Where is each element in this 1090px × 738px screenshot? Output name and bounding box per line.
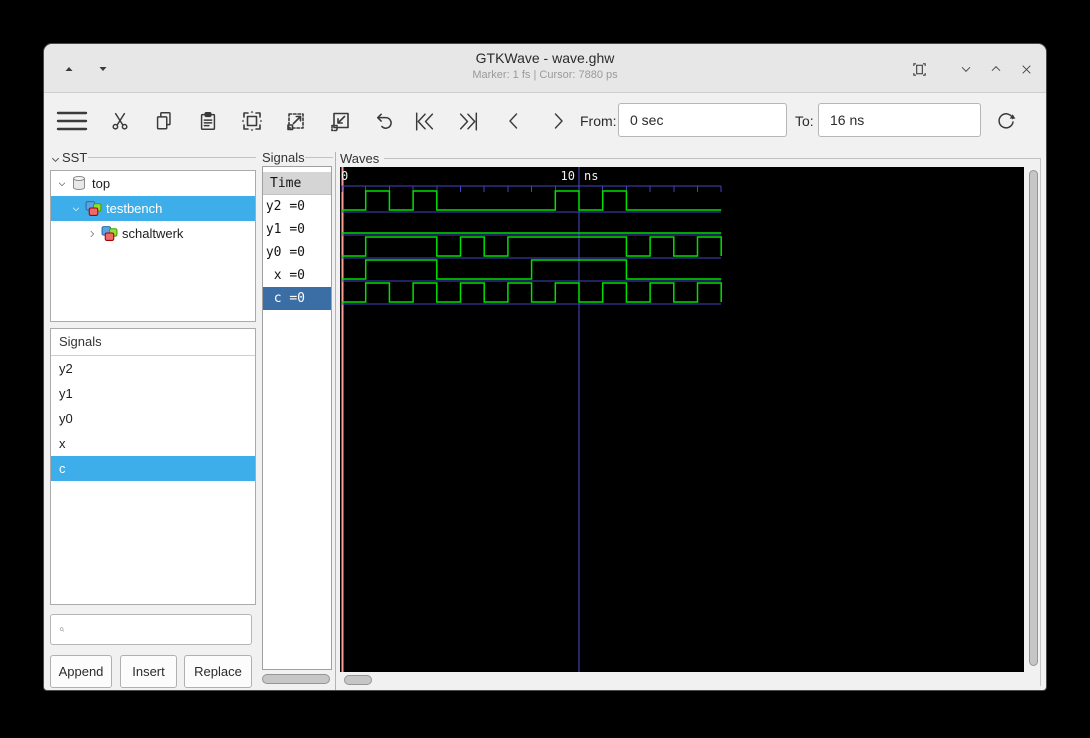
skip-to-start-button[interactable]	[404, 101, 444, 141]
tree-item-label: top	[92, 176, 111, 191]
hamburger-menu-icon	[56, 111, 88, 131]
tree-item-testbench[interactable]: testbench	[51, 196, 255, 221]
skip-to-end-icon	[459, 111, 477, 131]
tree-item-top[interactable]: top	[51, 171, 255, 196]
wave-name-x[interactable]: x =0	[263, 264, 331, 287]
close-button[interactable]	[1015, 58, 1037, 80]
marker-cursor-status: Marker: 1 fs | Cursor: 7880 ps	[472, 69, 618, 81]
cut-button[interactable]	[100, 101, 140, 141]
signals-list-panel: Signals y2 y1 y0 x c	[50, 328, 256, 605]
waves-hscrollbar[interactable]	[344, 675, 1024, 685]
menu-button[interactable]	[52, 101, 92, 141]
wave-name-c[interactable]: c =0	[263, 287, 331, 310]
sst-frame-line	[88, 157, 256, 158]
paste-button[interactable]	[188, 101, 228, 141]
scissors-icon	[112, 112, 128, 130]
expander-open-icon[interactable]	[55, 177, 69, 191]
titlebar-text: GTKWave - wave.ghw Marker: 1 fs | Cursor…	[44, 50, 1046, 81]
wave-display[interactable]: 0 10 ns	[340, 167, 1024, 672]
waves-frame-right	[1040, 158, 1041, 686]
database-icon	[71, 175, 88, 192]
wave-name-column: Time y2 =0 y1 =0 y0 =0 x =0 c =0	[262, 166, 332, 670]
append-button[interactable]: Append	[50, 655, 112, 688]
maximize-button[interactable]	[985, 58, 1007, 80]
chevron-right-icon	[554, 113, 563, 129]
svg-text:ns: ns	[584, 169, 598, 183]
signal-list-item-x[interactable]: x	[51, 431, 255, 456]
module-icon	[85, 200, 102, 217]
titlebar[interactable]: GTKWave - wave.ghw Marker: 1 fs | Cursor…	[44, 44, 1046, 93]
zoom-in-button[interactable]	[276, 101, 316, 141]
signal-search-box[interactable]	[50, 614, 252, 645]
search-input[interactable]	[71, 621, 251, 638]
waves-hscrollbar-thumb[interactable]	[344, 675, 372, 685]
replace-button[interactable]: Replace	[184, 655, 252, 688]
minimize-button[interactable]	[955, 58, 977, 80]
undo-icon	[376, 113, 392, 129]
names-hscrollbar[interactable]	[262, 674, 330, 684]
fullscreen-icon	[912, 62, 926, 76]
zoom-fit-button[interactable]	[232, 101, 272, 141]
waves-vscrollbar-thumb[interactable]	[1029, 170, 1038, 666]
desktop-background: GTKWave - wave.ghw Marker: 1 fs | Cursor…	[0, 0, 1090, 738]
toolbar: From: To:	[44, 93, 1046, 148]
gtkwave-window: GTKWave - wave.ghw Marker: 1 fs | Cursor…	[44, 44, 1046, 690]
reload-icon	[998, 113, 1016, 129]
time-header: Time	[263, 172, 331, 195]
clipboard-paste-icon	[200, 112, 216, 130]
names-hscrollbar-thumb[interactable]	[262, 674, 330, 684]
from-label: From:	[580, 113, 617, 129]
sst-tree: top testbench schaltwerk	[50, 170, 256, 322]
fullscreen-button[interactable]	[908, 58, 930, 80]
wave-name-y0[interactable]: y0 =0	[263, 241, 331, 264]
tree-item-schaltwerk[interactable]: schaltwerk	[51, 221, 255, 246]
copy-icon	[156, 112, 171, 130]
to-input[interactable]	[818, 103, 981, 137]
zoom-out-button[interactable]	[320, 101, 360, 141]
chevron-left-icon	[509, 113, 518, 129]
close-icon	[1021, 64, 1031, 74]
expander-open-icon[interactable]	[69, 202, 83, 216]
skip-to-end-button[interactable]	[448, 101, 488, 141]
chevron-down-icon	[961, 66, 971, 72]
zoom-out-icon	[331, 112, 349, 132]
svg-text:0: 0	[341, 169, 348, 183]
svg-text:10: 10	[561, 169, 575, 183]
chevron-down-icon	[51, 157, 60, 162]
sst-legend: SST	[62, 150, 88, 165]
zoom-in-icon	[287, 113, 304, 131]
copy-button[interactable]	[144, 101, 184, 141]
signal-list-item-y0[interactable]: y0	[51, 406, 255, 431]
signal-list-item-y2[interactable]: y2	[51, 356, 255, 381]
insert-button[interactable]: Insert	[120, 655, 177, 688]
wave-name-y1[interactable]: y1 =0	[263, 218, 331, 241]
undo-button[interactable]	[364, 101, 404, 141]
module-icon	[101, 225, 118, 242]
pane-splitter[interactable]	[335, 152, 336, 690]
expander-closed-icon[interactable]	[85, 227, 99, 241]
signals-legend: Signals	[262, 150, 305, 165]
step-forward-button[interactable]	[538, 101, 578, 141]
zoom-fit-icon	[241, 110, 263, 132]
signal-list-item-c[interactable]: c	[51, 456, 255, 481]
step-back-button[interactable]	[494, 101, 534, 141]
signal-list-item-y1[interactable]: y1	[51, 381, 255, 406]
reload-button[interactable]	[986, 101, 1026, 141]
from-input[interactable]	[618, 103, 787, 137]
skip-to-start-icon	[415, 111, 433, 131]
waves-legend: Waves	[340, 151, 380, 166]
sst-expander[interactable]	[50, 152, 61, 170]
tree-item-label: testbench	[106, 201, 163, 216]
wave-name-y2[interactable]: y2 =0	[263, 195, 331, 218]
chevron-up-icon	[991, 66, 1001, 72]
waves-frame-line	[384, 158, 1040, 159]
to-label: To:	[795, 113, 814, 129]
window-title: GTKWave - wave.ghw	[475, 50, 615, 66]
search-icon	[59, 627, 65, 632]
signals-frame-line	[305, 157, 333, 158]
signals-list-header: Signals	[51, 329, 255, 356]
tree-item-label: schaltwerk	[122, 226, 184, 241]
wave-canvas[interactable]: 0 10 ns	[340, 167, 1024, 672]
